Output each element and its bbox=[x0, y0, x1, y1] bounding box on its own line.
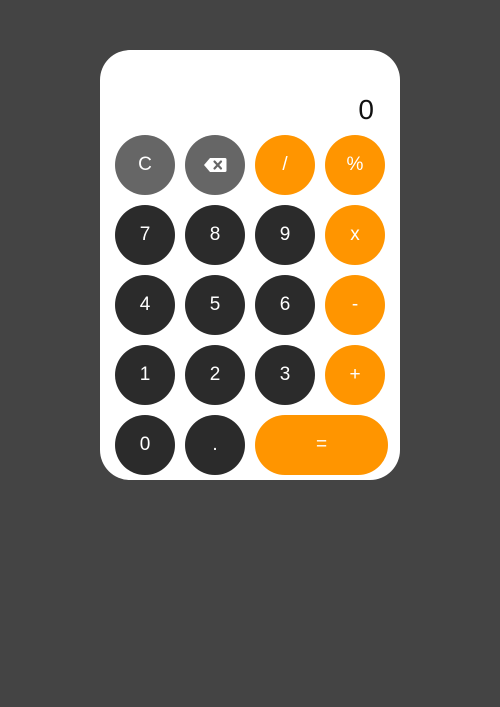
backspace-button[interactable] bbox=[185, 135, 245, 195]
multiply-button[interactable]: x bbox=[325, 205, 385, 265]
add-button[interactable]: + bbox=[325, 345, 385, 405]
equals-button[interactable]: = bbox=[255, 415, 388, 475]
digit-5-button[interactable]: 5 bbox=[185, 275, 245, 335]
digit-2-button[interactable]: 2 bbox=[185, 345, 245, 405]
digit-1-button[interactable]: 1 bbox=[115, 345, 175, 405]
digit-6-button[interactable]: 6 bbox=[255, 275, 315, 335]
digit-9-button[interactable]: 9 bbox=[255, 205, 315, 265]
digit-7-button[interactable]: 7 bbox=[115, 205, 175, 265]
divide-button[interactable]: / bbox=[255, 135, 315, 195]
digit-4-button[interactable]: 4 bbox=[115, 275, 175, 335]
calculator-display: 0 bbox=[358, 94, 374, 125]
percent-button[interactable]: % bbox=[325, 135, 385, 195]
decimal-button[interactable]: . bbox=[185, 415, 245, 475]
digit-0-button[interactable]: 0 bbox=[115, 415, 175, 475]
clear-button[interactable]: C bbox=[115, 135, 175, 195]
subtract-button[interactable]: - bbox=[325, 275, 385, 335]
calculator-panel: 0 C / % 7 8 9 x 4 5 6 - 1 2 3 + 0 . = bbox=[100, 50, 400, 480]
digit-8-button[interactable]: 8 bbox=[185, 205, 245, 265]
digit-3-button[interactable]: 3 bbox=[255, 345, 315, 405]
backspace-icon bbox=[203, 157, 227, 173]
